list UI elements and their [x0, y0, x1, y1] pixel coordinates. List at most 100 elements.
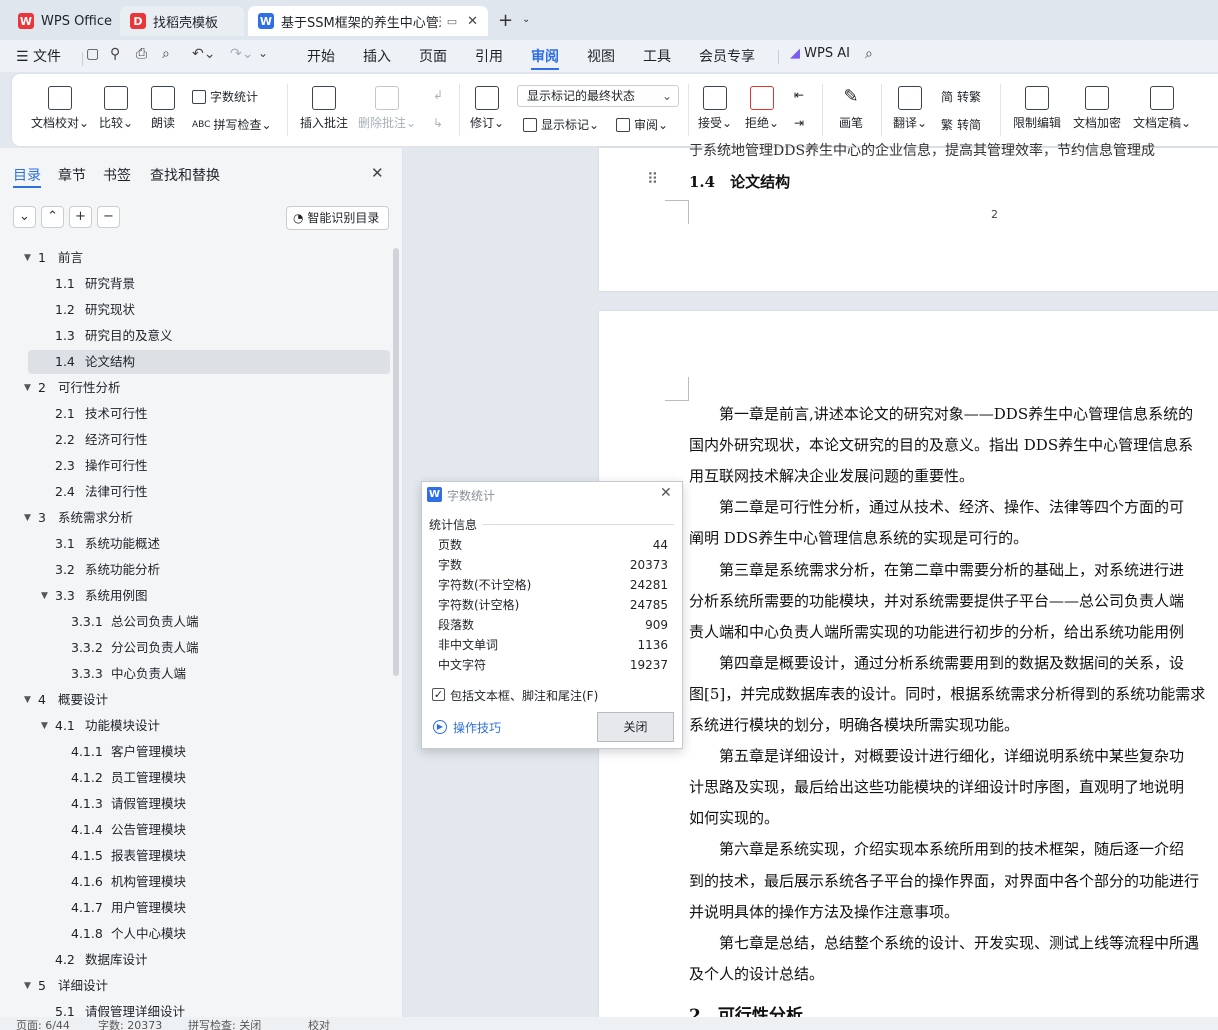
include-textbox-checkbox[interactable]: ✓ [432, 688, 445, 701]
read-aloud-button[interactable]: 朗读 [148, 86, 178, 131]
redo-icon[interactable]: ↷⌄ [230, 46, 253, 62]
toc-item[interactable]: 4.1.2 员工管理模块 [28, 766, 390, 790]
close-panel-icon[interactable]: ✕ [371, 164, 384, 182]
menu-member[interactable]: 会员专享 [699, 46, 755, 66]
file-menu[interactable]: ☰ 文件 [16, 46, 61, 66]
finalize-button[interactable]: 文档定稿⌄ [1132, 86, 1192, 131]
remove-heading-icon[interactable]: − [97, 206, 120, 228]
more-chevron-icon[interactable]: ⌄ [258, 46, 268, 60]
collapse-up-icon[interactable]: ⌃ [41, 206, 64, 228]
menu-start[interactable]: 开始 [307, 46, 335, 66]
expand-arrow-icon[interactable]: ▼ [24, 376, 31, 400]
expand-arrow-icon[interactable]: ▼ [24, 974, 31, 998]
previous-change-icon[interactable]: ⇤ [788, 88, 810, 102]
new-tab-icon[interactable]: + [498, 10, 513, 31]
panel-tab-chapters[interactable]: 章节 [58, 165, 86, 185]
toc-item[interactable]: ▼ 3 系统需求分析 [24, 506, 390, 530]
toc-item[interactable]: 1.4 论文结构 [28, 350, 390, 374]
chevron-down-icon[interactable]: ⌄ [522, 14, 530, 25]
toc-item[interactable]: 2.2 经济可行性 [28, 428, 390, 452]
pen-button[interactable]: ✎ 画笔 [836, 86, 866, 131]
close-icon[interactable]: ✕ [660, 485, 672, 501]
to-traditional-button[interactable]: 简转繁 [941, 88, 981, 105]
toc-item[interactable]: ▼ 2 可行性分析 [24, 376, 390, 400]
toc-item[interactable]: 4.1.4 公告管理模块 [28, 818, 390, 842]
encrypt-button[interactable]: 文档加密 [1072, 86, 1122, 131]
toc-item[interactable]: 4.1.3 请假管理模块 [28, 792, 390, 816]
accept-button[interactable]: 接受⌄ [697, 86, 733, 131]
tips-link[interactable]: 操作技巧 [453, 719, 501, 736]
toc-item[interactable]: ▼ 1 前言 [24, 246, 390, 270]
menu-view[interactable]: 视图 [587, 46, 615, 66]
panel-tab-find-replace[interactable]: 查找和替换 [150, 165, 220, 185]
insert-comment-button[interactable]: 插入批注 [298, 86, 350, 131]
toc-item[interactable]: ▼ 3.3 系统用例图 [28, 584, 390, 608]
restrict-edit-button[interactable]: 限制编辑 [1012, 86, 1062, 131]
menu-reference[interactable]: 引用 [475, 46, 503, 66]
toc-item[interactable]: 4.1.7 用户管理模块 [28, 896, 390, 920]
previous-comment-icon[interactable]: ↲ [426, 88, 450, 102]
review-pane-button[interactable]: 审阅 ⌄ [616, 116, 668, 133]
toc-item[interactable]: 2.4 法律可行性 [28, 480, 390, 504]
monitor-icon[interactable]: ▭ [447, 15, 457, 28]
drag-handle-icon[interactable]: ⠿ [647, 170, 658, 188]
delete-comment-button[interactable]: 删除批注⌄ [358, 86, 416, 131]
smart-toc-button[interactable]: ◔ 智能识别目录 [286, 206, 389, 230]
toc-item[interactable]: ▼ 4.1 功能模块设计 [28, 714, 390, 738]
print-preview-icon[interactable]: ⌕ [162, 46, 170, 62]
next-comment-icon[interactable]: ↳ [426, 116, 450, 130]
expand-arrow-icon[interactable]: ▼ [24, 246, 31, 270]
print-icon[interactable]: ⎙ [136, 46, 147, 62]
close-button[interactable]: 关闭 [597, 712, 674, 742]
to-simplified-button[interactable]: 繁转简 [941, 116, 981, 133]
toc-item[interactable]: 4.1.5 报表管理模块 [28, 844, 390, 868]
toc-item[interactable]: 2.1 技术可行性 [28, 402, 390, 426]
compare-button[interactable]: 比较⌄ [96, 86, 136, 131]
collapse-down-icon[interactable]: ⌄ [13, 206, 36, 228]
proof-status[interactable]: 校对 [308, 1017, 330, 1030]
search-icon[interactable]: ⌕ [865, 46, 873, 62]
toc-item[interactable]: 1.3 研究目的及意义 [28, 324, 390, 348]
tab-docer[interactable]: D 找稻壳模板 [120, 6, 244, 36]
reject-button[interactable]: 拒绝⌄ [744, 86, 780, 131]
word-count-button[interactable]: 字数统计 [192, 88, 258, 105]
translate-button[interactable]: 翻译⌄ [892, 86, 928, 131]
wps-ai-button[interactable]: ◢ WPS AI [790, 46, 850, 61]
panel-scrollbar[interactable] [393, 248, 399, 676]
panel-tab-toc[interactable]: 目录 [13, 165, 41, 185]
menu-page[interactable]: 页面 [419, 46, 447, 66]
toc-item[interactable]: 3.3.3 中心负责人端 [28, 662, 390, 686]
page-status[interactable]: 页面: 6/44 [16, 1017, 70, 1030]
document-page[interactable]: 第一章是前言,讲述本论文的研究对象——DDS养生中心管理信息系统的 国内外研究现状… [599, 311, 1218, 1021]
toc-item[interactable]: 4.1.6 机构管理模块 [28, 870, 390, 894]
tab-wps-office[interactable]: W WPS Office [8, 6, 114, 36]
spell-check-button[interactable]: ABC 拼写检查 ⌄ [192, 116, 272, 133]
expand-arrow-icon[interactable]: ▼ [41, 714, 48, 738]
close-icon[interactable]: ✕ [467, 14, 478, 29]
menu-insert[interactable]: 插入 [363, 46, 391, 66]
save-icon[interactable]: ▢ [86, 46, 99, 62]
markup-state-select[interactable]: 显示标记的最终状态 ⌄ [517, 85, 679, 107]
toc-item[interactable]: 3.2 系统功能分析 [28, 558, 390, 582]
tab-document[interactable]: W 基于SSM框架的养生中心管理 ▭ ✕ [248, 6, 488, 36]
toc-item[interactable]: 4.1.8 个人中心模块 [28, 922, 390, 946]
toc-item[interactable]: 4.1.1 客户管理模块 [28, 740, 390, 764]
next-change-icon[interactable]: ⇥ [788, 116, 810, 130]
share-icon[interactable]: ⚲ [110, 46, 120, 62]
document-page[interactable]: 于系统地管理DDS养生中心的企业信息，提高其管理效率，节约信息管理成 ⠿ 1.4… [599, 143, 1218, 291]
toc-item[interactable]: 1.2 研究现状 [28, 298, 390, 322]
add-heading-icon[interactable]: + [69, 206, 92, 228]
menu-review[interactable]: 审阅 [531, 46, 559, 66]
toc-item[interactable]: 1.1 研究背景 [28, 272, 390, 296]
toc-item[interactable]: 2.3 操作可行性 [28, 454, 390, 478]
track-changes-button[interactable]: 修订⌄ [468, 86, 506, 131]
word-count-status[interactable]: 字数: 20373 [98, 1017, 162, 1030]
toc-item[interactable]: 3.3.2 分公司负责人端 [28, 636, 390, 660]
panel-tab-bookmarks[interactable]: 书签 [103, 165, 131, 185]
expand-arrow-icon[interactable]: ▼ [24, 506, 31, 530]
toc-item[interactable]: ▼ 5 详细设计 [24, 974, 390, 998]
doc-check-button[interactable]: 文档校对⌄ [28, 86, 92, 131]
menu-tools[interactable]: 工具 [643, 46, 671, 66]
expand-arrow-icon[interactable]: ▼ [41, 584, 48, 608]
toc-item[interactable]: ▼ 4 概要设计 [24, 688, 390, 712]
